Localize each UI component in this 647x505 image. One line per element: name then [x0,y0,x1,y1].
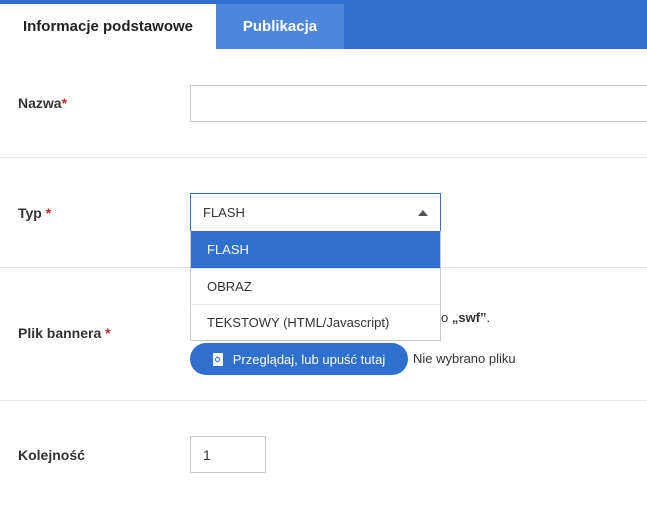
divider [0,400,647,401]
browse-button[interactable]: Przeglądaj, lub upuść tutaj [190,343,408,375]
required-marker: * [45,205,52,221]
divider [0,157,647,158]
order-input[interactable]: 1 [190,436,266,473]
hint-prefix: o [441,310,449,325]
hint-suffix: . [486,310,491,325]
caret-up-icon [418,210,428,216]
name-label: Nazwa* [18,95,67,111]
file-status: Nie wybrano pliku [413,351,516,366]
type-select[interactable]: FLASH [190,193,441,232]
type-option-image[interactable]: OBRAZ [191,268,440,304]
file-icon [212,352,223,366]
hint-extension: „swf” [451,310,487,325]
type-option-flash[interactable]: FLASH [191,231,440,268]
file-format-hint: o „swf”. [441,310,490,325]
type-label: Typ * [18,205,51,221]
required-marker: * [61,95,68,111]
browse-button-label: Przeglądaj, lub upuść tutaj [232,351,386,367]
type-label-text: Typ [18,205,42,221]
tab-basic-info[interactable]: Informacje podstawowe [0,4,216,49]
file-label: Plik bannera * [18,325,111,341]
tab-publication[interactable]: Publikacja [216,4,344,49]
file-label-text: Plik bannera [18,325,102,341]
name-input[interactable] [190,85,647,122]
name-label-text: Nazwa [18,95,62,111]
type-select-value: FLASH [203,205,245,220]
type-option-text[interactable]: TEKSTOWY (HTML/Javascript) [191,304,440,340]
type-dropdown: FLASH OBRAZ TEKSTOWY (HTML/Javascript) [190,231,441,341]
tab-bar: Informacje podstawowe Publikacja [0,0,647,49]
required-marker: * [105,325,111,341]
order-label: Kolejność [18,447,85,463]
